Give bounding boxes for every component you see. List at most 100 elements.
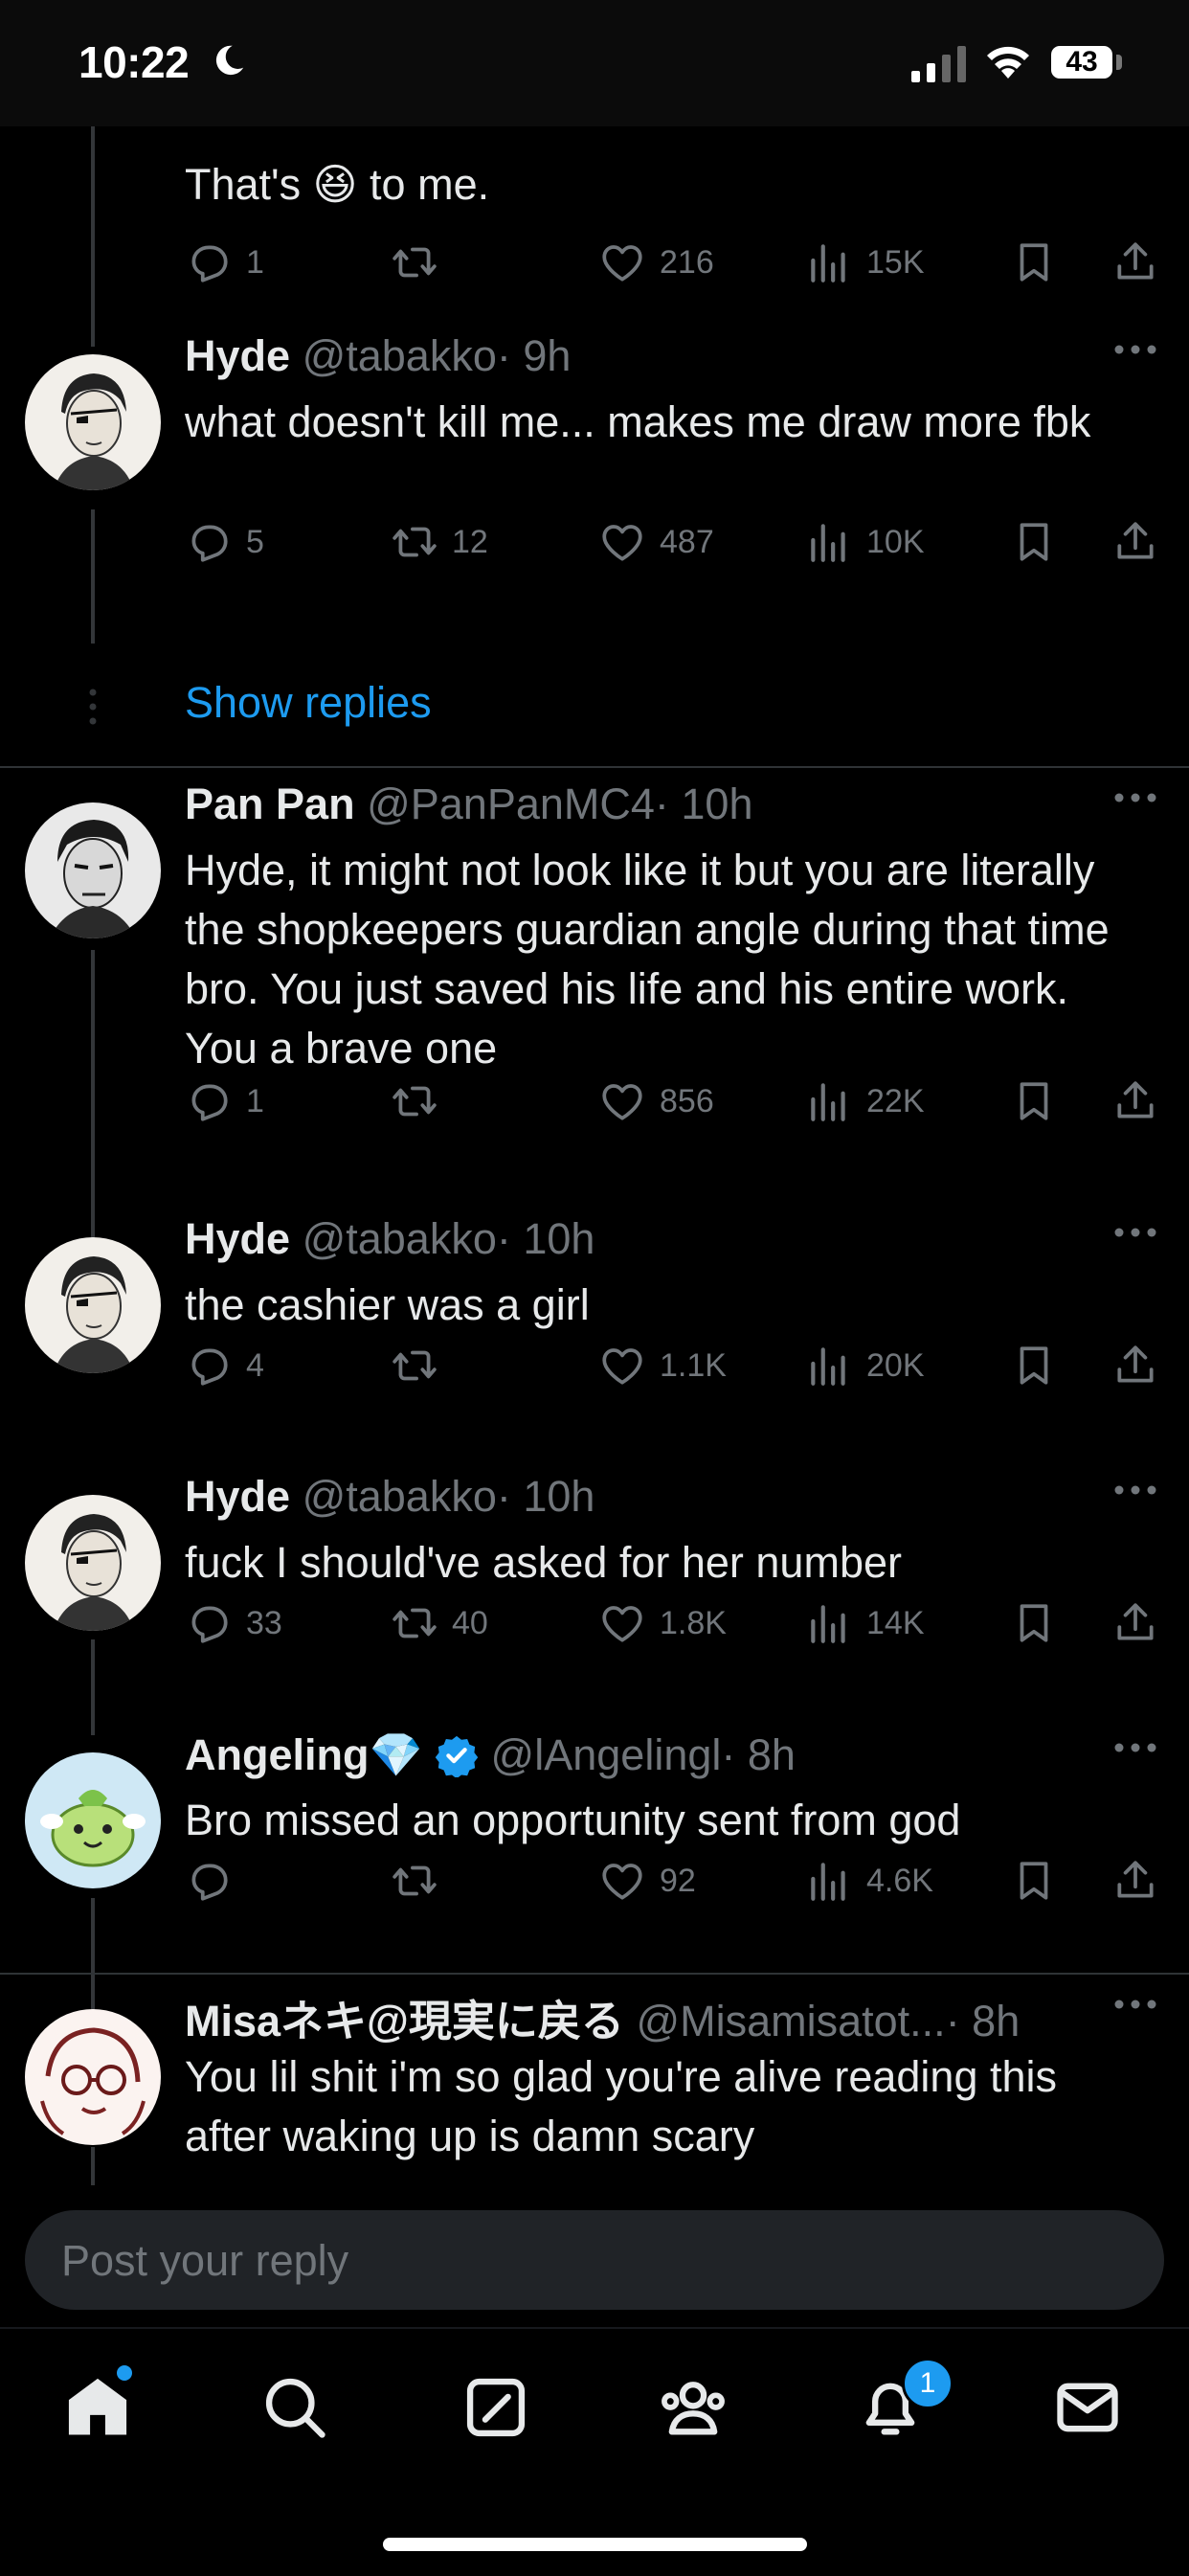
home-indicator[interactable]	[383, 2538, 807, 2551]
tweet-actions: 1 216 15K	[185, 234, 1171, 291]
compose-icon[interactable]	[460, 2371, 532, 2444]
display-name[interactable]: Misaネキ@現実に戻る	[185, 1997, 624, 2045]
like-count: 92	[660, 1862, 696, 1899]
reply-button[interactable]: 1	[185, 234, 264, 291]
share-button[interactable]	[1111, 234, 1173, 291]
views-button[interactable]: 4.6K	[805, 1852, 933, 1909]
home-icon[interactable]	[61, 2371, 134, 2444]
messages-icon[interactable]	[1051, 2371, 1124, 2444]
reply-icon	[191, 245, 228, 282]
reply-count: 1	[246, 243, 264, 281]
like-icon	[602, 245, 642, 282]
bookmark-button[interactable]	[1010, 234, 1071, 291]
views-icon	[811, 524, 845, 562]
share-button[interactable]	[1111, 1852, 1173, 1909]
bookmark-button[interactable]	[1010, 1073, 1071, 1130]
display-name[interactable]: Hyde	[185, 1472, 290, 1521]
reply-button[interactable]: 1	[185, 1073, 264, 1130]
tweet-text: That's 😆 to me.	[185, 160, 490, 209]
tweet-time: · 9h	[496, 331, 572, 380]
user-handle[interactable]: @PanPanMC4	[367, 780, 655, 828]
views-button[interactable]: 10K	[805, 513, 925, 571]
retweet-button[interactable]	[391, 1337, 452, 1394]
reply-icon	[191, 1606, 228, 1643]
like-button[interactable]: 1.1K	[598, 1337, 727, 1394]
share-icon	[1117, 1081, 1154, 1119]
misa-avatar-image	[25, 2009, 161, 2145]
more-icon[interactable]	[1112, 1998, 1158, 2011]
bookmark-button[interactable]	[1010, 1337, 1071, 1394]
tweet-text: Bro missed an opportunity sent from god	[185, 1796, 961, 1844]
like-button[interactable]: 487	[598, 513, 714, 571]
bookmark-button[interactable]	[1010, 1594, 1071, 1652]
communities-icon[interactable]	[657, 2371, 729, 2444]
reply-count: 5	[246, 523, 264, 560]
view-count: 22K	[866, 1082, 925, 1119]
view-count: 15K	[866, 243, 925, 281]
views-icon	[811, 1347, 845, 1386]
like-button[interactable]: 216	[598, 234, 714, 291]
search-icon[interactable]	[258, 2371, 331, 2444]
like-button[interactable]: 856	[598, 1073, 714, 1130]
user-handle[interactable]: @tabakko	[303, 1472, 497, 1521]
reply-button[interactable]: 4	[185, 1337, 264, 1394]
bookmark-button[interactable]	[1010, 1852, 1071, 1909]
views-button[interactable]: 22K	[805, 1073, 925, 1130]
bookmark-icon	[1020, 1604, 1048, 1642]
reply-input[interactable]: Post your reply	[25, 2210, 1164, 2310]
avatar[interactable]	[25, 1495, 161, 1631]
avatar[interactable]	[25, 1752, 161, 1888]
avatar[interactable]	[25, 354, 161, 490]
thread-line	[91, 1639, 95, 1735]
tweet-header: Hyde @tabakko· 10h	[185, 1214, 594, 1264]
share-icon	[1117, 1603, 1154, 1640]
share-button[interactable]	[1111, 513, 1173, 571]
retweet-button[interactable]	[391, 1073, 452, 1130]
reply-button[interactable]: 33	[185, 1594, 282, 1652]
more-icon[interactable]	[1112, 1226, 1158, 1239]
reply-icon	[191, 1864, 228, 1901]
like-icon	[602, 1084, 642, 1120]
retweet-button[interactable]	[391, 234, 452, 291]
tweet-text: You lil shit i'm so glad you're alive re…	[185, 2052, 1058, 2160]
display-name[interactable]: Angeling💎	[185, 1730, 423, 1779]
bookmark-icon	[1020, 1082, 1048, 1120]
share-button[interactable]	[1111, 1337, 1173, 1394]
more-icon[interactable]	[1112, 1741, 1158, 1754]
bookmark-button[interactable]	[1010, 513, 1071, 571]
user-handle[interactable]: @lAngelingl	[491, 1730, 722, 1779]
like-button[interactable]: 1.8K	[598, 1594, 727, 1652]
avatar[interactable]	[25, 1237, 161, 1373]
user-handle[interactable]: @Misamisatot...	[636, 1997, 945, 2045]
user-handle[interactable]: @tabakko	[303, 1214, 497, 1263]
display-name[interactable]: Hyde	[185, 1214, 290, 1263]
more-icon[interactable]	[1112, 1483, 1158, 1497]
avatar[interactable]	[25, 802, 161, 938]
more-icon[interactable]	[1112, 791, 1158, 804]
reply-feed[interactable]: That's 😆 to me. 1 216 15K Hyde @tabakko·…	[0, 126, 1189, 2185]
reply-placeholder: Post your reply	[61, 2236, 349, 2285]
show-replies-link[interactable]: Show replies	[185, 678, 432, 728]
views-button[interactable]: 20K	[805, 1337, 925, 1394]
retweet-icon	[393, 247, 437, 278]
tweet-text: fuck I should've asked for her number	[185, 1538, 902, 1587]
views-button[interactable]: 14K	[805, 1594, 925, 1652]
user-handle[interactable]: @tabakko	[303, 331, 497, 380]
reply-button[interactable]	[185, 1852, 246, 1909]
views-button[interactable]: 15K	[805, 234, 925, 291]
retweet-button[interactable]: 12	[391, 513, 488, 571]
view-count: 14K	[866, 1604, 925, 1641]
more-icon[interactable]	[1112, 343, 1158, 356]
avatar[interactable]	[25, 2009, 161, 2145]
signal-icon	[911, 46, 966, 82]
tweet-header: Pan Pan @PanPanMC4· 10h	[185, 780, 752, 829]
share-icon	[1117, 1345, 1154, 1383]
reply-button[interactable]: 5	[185, 513, 264, 571]
like-button[interactable]: 92	[598, 1852, 696, 1909]
display-name[interactable]: Pan Pan	[185, 780, 355, 828]
display-name[interactable]: Hyde	[185, 331, 290, 380]
share-button[interactable]	[1111, 1073, 1173, 1130]
retweet-button[interactable]: 40	[391, 1594, 488, 1652]
share-button[interactable]	[1111, 1594, 1173, 1652]
retweet-button[interactable]	[391, 1852, 452, 1909]
